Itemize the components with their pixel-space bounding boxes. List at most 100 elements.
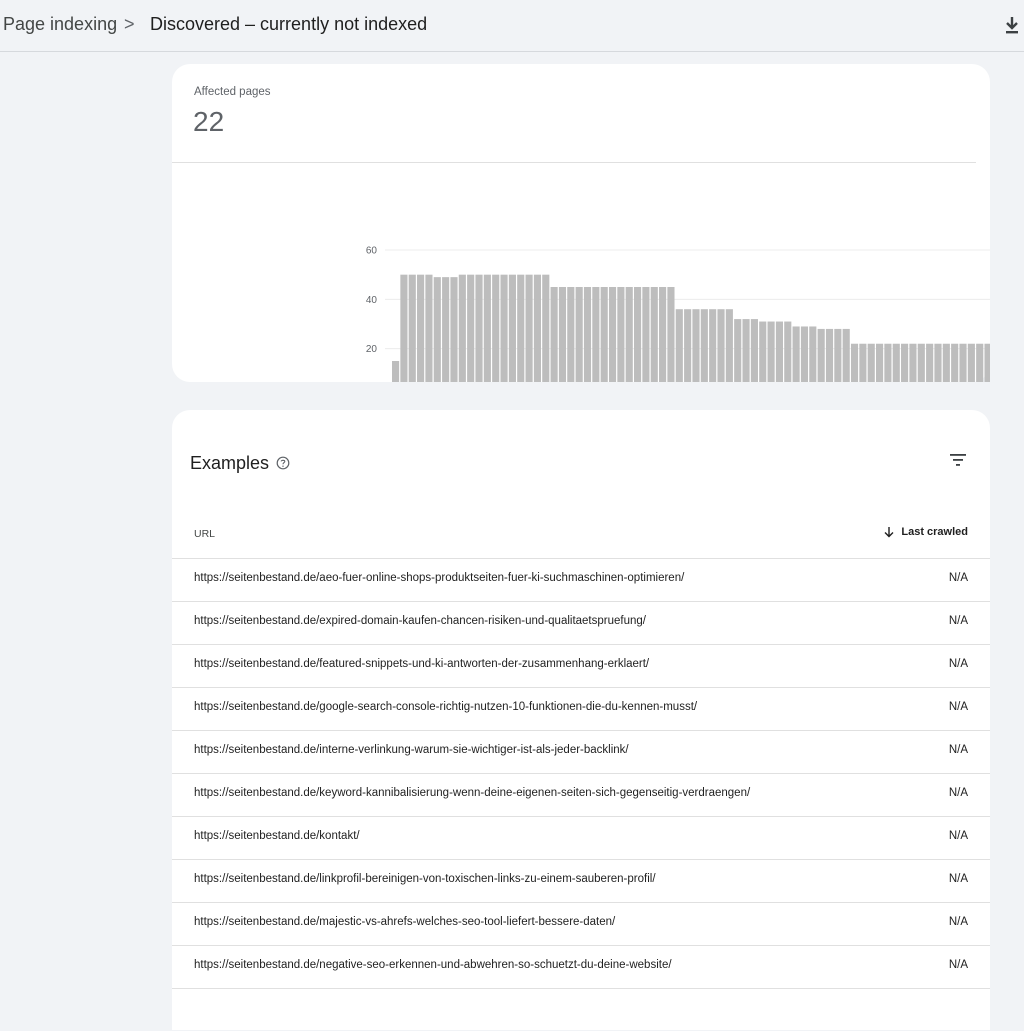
row-url: https://seitenbestand.de/keyword-kanniba… xyxy=(194,787,751,799)
chart-bar[interactable] xyxy=(717,309,725,382)
chart-bar[interactable] xyxy=(558,287,567,382)
chart-bar[interactable] xyxy=(917,343,925,382)
chart-bar[interactable] xyxy=(500,274,508,382)
chart-bar[interactable] xyxy=(392,361,400,382)
chart-bar[interactable] xyxy=(867,343,875,382)
chart-bar[interactable] xyxy=(876,343,884,382)
chart-bar[interactable] xyxy=(700,309,708,382)
row-url: https://seitenbestand.de/majestic-vs-ahr… xyxy=(194,916,616,928)
table-row[interactable]: https://seitenbestand.de/negative-seo-er… xyxy=(172,945,990,988)
chart-bar[interactable] xyxy=(517,274,525,382)
row-last-crawled: N/A xyxy=(948,787,968,799)
chart-bar[interactable] xyxy=(759,321,767,382)
chart-bar[interactable] xyxy=(926,343,934,382)
chart-bar[interactable] xyxy=(942,343,950,382)
table-row[interactable]: https://seitenbestand.de/interne-verlink… xyxy=(172,730,990,773)
chart-bar[interactable] xyxy=(901,343,909,382)
chart-bar[interactable] xyxy=(775,321,783,382)
chart-bar[interactable] xyxy=(625,287,633,382)
chart-bar[interactable] xyxy=(575,287,583,382)
table-row[interactable]: https://seitenbestand.de/linkprofil-bere… xyxy=(172,859,990,902)
chart-bar[interactable] xyxy=(792,326,800,382)
y-tick-label: 40 xyxy=(366,295,378,306)
chart-bar[interactable] xyxy=(675,309,683,382)
chart-bar[interactable] xyxy=(784,321,792,382)
chart-bar[interactable] xyxy=(550,287,558,382)
chart-bar[interactable] xyxy=(951,343,959,382)
chart-bar[interactable] xyxy=(692,309,700,382)
chart-bar[interactable] xyxy=(483,274,491,382)
page-title: Discovered – currently not indexed xyxy=(150,14,428,34)
column-header-last-crawled[interactable]: Last crawled xyxy=(883,526,968,538)
chart-bar[interactable] xyxy=(842,328,850,382)
filter-icon[interactable] xyxy=(948,453,968,467)
chart-bar[interactable] xyxy=(884,343,892,382)
chart-bar[interactable] xyxy=(800,326,809,382)
chart-bar[interactable] xyxy=(492,274,500,382)
row-last-crawled: N/A xyxy=(948,701,968,713)
chart-bar[interactable] xyxy=(967,343,975,382)
row-url: https://seitenbestand.de/aeo-fuer-online… xyxy=(194,572,685,584)
chart-bar[interactable] xyxy=(909,343,917,382)
chart-bar[interactable] xyxy=(734,319,742,382)
table-row[interactable]: https://seitenbestand.de/aeo-fuer-online… xyxy=(172,558,990,601)
chart-bar[interactable] xyxy=(425,274,433,382)
chart-bar[interactable] xyxy=(934,343,942,382)
chart-bar[interactable] xyxy=(442,277,450,382)
chart-bar[interactable] xyxy=(583,287,592,382)
chart-bar[interactable] xyxy=(742,319,750,382)
chart-bar[interactable] xyxy=(408,274,416,382)
chart-bar[interactable] xyxy=(592,287,600,382)
breadcrumb-page-indexing[interactable]: Page indexing xyxy=(3,14,117,35)
chart-bar[interactable] xyxy=(859,343,867,382)
chart-bar[interactable] xyxy=(642,287,650,382)
chart-bar[interactable] xyxy=(634,287,642,382)
chart-bar[interactable] xyxy=(400,274,408,382)
examples-title: Examples xyxy=(190,453,270,473)
chart-bar[interactable] xyxy=(458,274,466,382)
chart-bar[interactable] xyxy=(650,287,658,382)
chart-bar[interactable] xyxy=(667,287,675,382)
chart-bar[interactable] xyxy=(767,321,775,382)
chart-bar[interactable] xyxy=(508,274,516,382)
chart-bar[interactable] xyxy=(750,319,758,382)
chart-bar[interactable] xyxy=(825,328,834,382)
chart-bar[interactable] xyxy=(709,309,717,382)
chart-bar[interactable] xyxy=(475,274,483,382)
chart-bar[interactable] xyxy=(567,287,575,382)
table-row[interactable]: https://seitenbestand.de/kontakt/ N/A xyxy=(172,816,990,859)
chart-bar[interactable] xyxy=(542,274,550,382)
row-last-crawled: N/A xyxy=(948,873,968,885)
chart-bar[interactable] xyxy=(976,343,984,382)
table-row[interactable]: https://seitenbestand.de/google-search-c… xyxy=(172,687,990,730)
table-row[interactable]: https://seitenbestand.de/expired-domain-… xyxy=(172,601,990,644)
table-row[interactable]: https://seitenbestand.de/keyword-kanniba… xyxy=(172,773,990,816)
chart-bar[interactable] xyxy=(850,343,859,382)
y-tick-label: 60 xyxy=(366,246,378,257)
help-circle-icon[interactable] xyxy=(276,456,290,470)
chart-bar[interactable] xyxy=(600,287,608,382)
table-row[interactable]: https://seitenbestand.de/featured-snippe… xyxy=(172,644,990,687)
chart-bar[interactable] xyxy=(817,328,825,382)
chart-bar[interactable] xyxy=(809,326,817,382)
chart-bar[interactable] xyxy=(467,274,475,382)
chart-bar[interactable] xyxy=(525,274,533,382)
chart-bar[interactable] xyxy=(959,343,967,382)
chart-bar[interactable] xyxy=(725,309,733,382)
chart-bar[interactable] xyxy=(608,287,617,382)
chart-bar[interactable] xyxy=(659,287,667,382)
chart-bar[interactable] xyxy=(684,309,692,382)
last-crawled-label: Last crawled xyxy=(901,526,968,538)
download-icon[interactable] xyxy=(1001,13,1023,37)
table-row[interactable]: https://seitenbestand.de/majestic-vs-ahr… xyxy=(172,902,990,945)
chart-bar[interactable] xyxy=(450,277,458,382)
column-header-url[interactable]: URL xyxy=(194,528,215,540)
chart-bar[interactable] xyxy=(834,328,842,382)
chart-bar[interactable] xyxy=(984,343,990,382)
chart-bar[interactable] xyxy=(417,274,425,382)
chart-bar[interactable] xyxy=(892,343,900,382)
chart-bar[interactable] xyxy=(433,277,441,382)
y-tick-label: 20 xyxy=(366,344,378,355)
chart-bar[interactable] xyxy=(533,274,541,382)
chart-bar[interactable] xyxy=(617,287,625,382)
